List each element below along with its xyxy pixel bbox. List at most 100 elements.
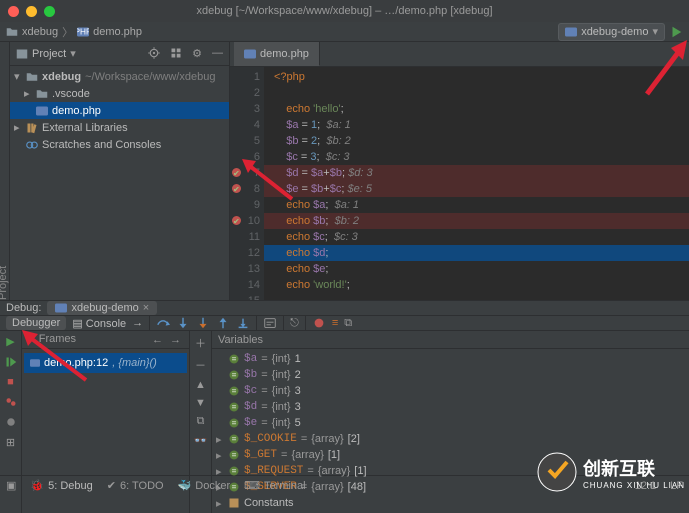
evaluate-expression-icon[interactable] (263, 316, 277, 330)
terminal-icon: ⌨ (244, 479, 260, 492)
php-file-icon: PHP (77, 26, 89, 38)
debugger-tab[interactable]: Debugger (6, 316, 66, 330)
breadcrumb[interactable]: xdebug 〉 PHP demo.php (6, 24, 142, 40)
project-tree[interactable]: ▾ xdebug ~/Workspace/www/xdebug ▸ .vscod… (10, 66, 229, 155)
locate-icon[interactable] (148, 47, 160, 60)
tool-windows-icon[interactable]: ▣ (6, 479, 16, 492)
rerun-icon[interactable]: ▶ (6, 335, 14, 348)
editor-code[interactable]: <?php echo 'hello'; $a = 1; $a: 1 $b = 2… (264, 67, 689, 300)
console-tab[interactable]: ▤ Console (72, 317, 126, 330)
tree-file-label: demo.php (52, 105, 101, 117)
tree-external-libraries[interactable]: ▸ External Libraries (10, 119, 229, 136)
step-out-icon[interactable] (216, 316, 230, 330)
window-titlebar: xdebug [~/Workspace/www/xdebug] – …/demo… (0, 0, 689, 22)
mute-breakpoints-icon[interactable] (312, 316, 326, 330)
watermark-line1: 创新互联 (583, 455, 685, 481)
mute-breakpoints-icon[interactable] (5, 416, 17, 428)
code-editor[interactable]: 123456789101112131415 <?php echo 'hello'… (230, 66, 689, 300)
chevron-down-icon[interactable]: ▾ (14, 70, 22, 83)
run-toolbar: xdebug-demo ▾ (558, 23, 683, 41)
force-step-into-icon[interactable] (196, 316, 210, 330)
project-tool-window: Project ▾ ⚙ — ▾ xdebug ~/Workspace/www/x… (10, 42, 230, 300)
php-file-icon (244, 48, 256, 60)
close-icon[interactable]: × (143, 302, 149, 314)
tree-folder[interactable]: ▸ .vscode (10, 85, 229, 102)
variable-row[interactable]: = $e = {int} 5 (212, 415, 689, 431)
up-icon[interactable]: ▲ (195, 379, 206, 391)
status-todo-button[interactable]: ✔6: TODO (107, 479, 164, 492)
stack-frame[interactable]: demo.php:12, {main}() (24, 353, 187, 373)
variable-row[interactable]: = $c = {int} 3 (212, 383, 689, 399)
show-execution-point-icon[interactable]: ≡ (332, 317, 338, 329)
glasses-icon[interactable]: 👓 (194, 434, 208, 447)
project-tool-button[interactable]: Project (0, 50, 9, 300)
gear-icon[interactable]: ⚙ (192, 47, 202, 60)
chevron-down-icon[interactable]: ▾ (70, 47, 76, 60)
svg-text:=: = (232, 386, 237, 395)
docker-icon: 🐳 (178, 479, 192, 492)
scratch-icon (26, 139, 38, 151)
project-tool-title: Project (32, 48, 66, 60)
run-configuration-select[interactable]: xdebug-demo ▾ (558, 23, 665, 41)
main-area: Project Project ▾ ⚙ — (0, 42, 689, 300)
layout-icon[interactable]: ⊞ (6, 436, 15, 449)
run-button[interactable] (669, 25, 683, 39)
folder-icon (6, 26, 18, 38)
php-file-icon (30, 358, 40, 368)
svg-text:=: = (232, 370, 237, 379)
status-debug-button[interactable]: 🐞5: Debug (30, 479, 92, 492)
left-tool-stripe: Project (0, 42, 10, 300)
prev-next-frame-icons[interactable]: ← → (152, 334, 183, 346)
variable-row[interactable]: ▸ Constants (212, 495, 689, 511)
tree-folder-label: .vscode (52, 88, 90, 100)
more-tool-icon[interactable]: → (132, 317, 143, 329)
status-docker-button[interactable]: 🐳Docker (178, 479, 231, 492)
tree-scratches[interactable]: Scratches and Consoles (10, 136, 229, 153)
editor-tab[interactable]: demo.php (234, 42, 320, 66)
add-watch-icon[interactable]: ＋ (195, 335, 206, 351)
editor-tabs: demo.php (230, 42, 689, 66)
variable-row[interactable]: ▸= $_COOKIE = {array} [2] (212, 431, 689, 447)
run-configuration-label: xdebug-demo (581, 26, 648, 38)
variable-row[interactable]: = $d = {int} 3 (212, 399, 689, 415)
chevron-right-icon: 〉 (62, 24, 73, 40)
variable-row[interactable]: = $a = {int} 1 (212, 351, 689, 367)
view-breakpoints-icon[interactable] (5, 396, 17, 408)
settings-icon[interactable]: ⧉ (344, 317, 352, 330)
frames-title: Frames (39, 333, 76, 345)
variables-header: Variables (212, 331, 689, 349)
debug-session-tab[interactable]: xdebug-demo × (47, 301, 157, 315)
down-icon[interactable]: ▼ (195, 397, 206, 409)
chevron-right-icon[interactable]: ▸ (14, 121, 22, 134)
hide-icon[interactable]: — (212, 47, 223, 60)
trace-icon[interactable]: ⎋ (290, 317, 299, 330)
tree-external-libraries-label: External Libraries (42, 122, 128, 134)
window-title: xdebug [~/Workspace/www/xdebug] – …/demo… (0, 5, 689, 17)
php-file-icon (36, 105, 48, 117)
tree-root[interactable]: ▾ xdebug ~/Workspace/www/xdebug (10, 68, 229, 85)
tree-file[interactable]: demo.php (10, 102, 229, 119)
variables-title: Variables (218, 334, 263, 346)
stop-icon[interactable]: ■ (7, 376, 14, 388)
step-over-icon[interactable] (156, 316, 170, 330)
expand-all-icon[interactable] (170, 47, 182, 60)
tree-root-path: ~/Workspace/www/xdebug (85, 71, 215, 83)
svg-text:=: = (232, 418, 237, 427)
variable-row[interactable]: = $b = {int} 2 (212, 367, 689, 383)
breadcrumb-project: xdebug (22, 26, 58, 38)
debug-session-label: xdebug-demo (71, 302, 138, 314)
bug-icon: 🐞 (30, 479, 44, 492)
step-into-icon[interactable] (176, 316, 190, 330)
copy-icon[interactable]: ⧉ (197, 415, 205, 428)
status-terminal-button[interactable]: ⌨Terminal (244, 479, 305, 492)
project-tool-header: Project ▾ ⚙ — (10, 42, 229, 66)
svg-text:=: = (232, 402, 237, 411)
resume-icon[interactable] (5, 356, 17, 368)
remove-watch-icon[interactable]: － (195, 357, 206, 373)
watermark-line2: CHUANG XIN HU LIAN (583, 481, 685, 490)
run-to-cursor-icon[interactable] (236, 316, 250, 330)
chevron-right-icon[interactable]: ▸ (24, 87, 32, 100)
folder-icon (26, 71, 38, 83)
debug-toolbar: Debugger ▤ Console → ⎋ ≡ ⧉ (0, 316, 689, 331)
editor-gutter[interactable]: 123456789101112131415 (230, 67, 264, 300)
